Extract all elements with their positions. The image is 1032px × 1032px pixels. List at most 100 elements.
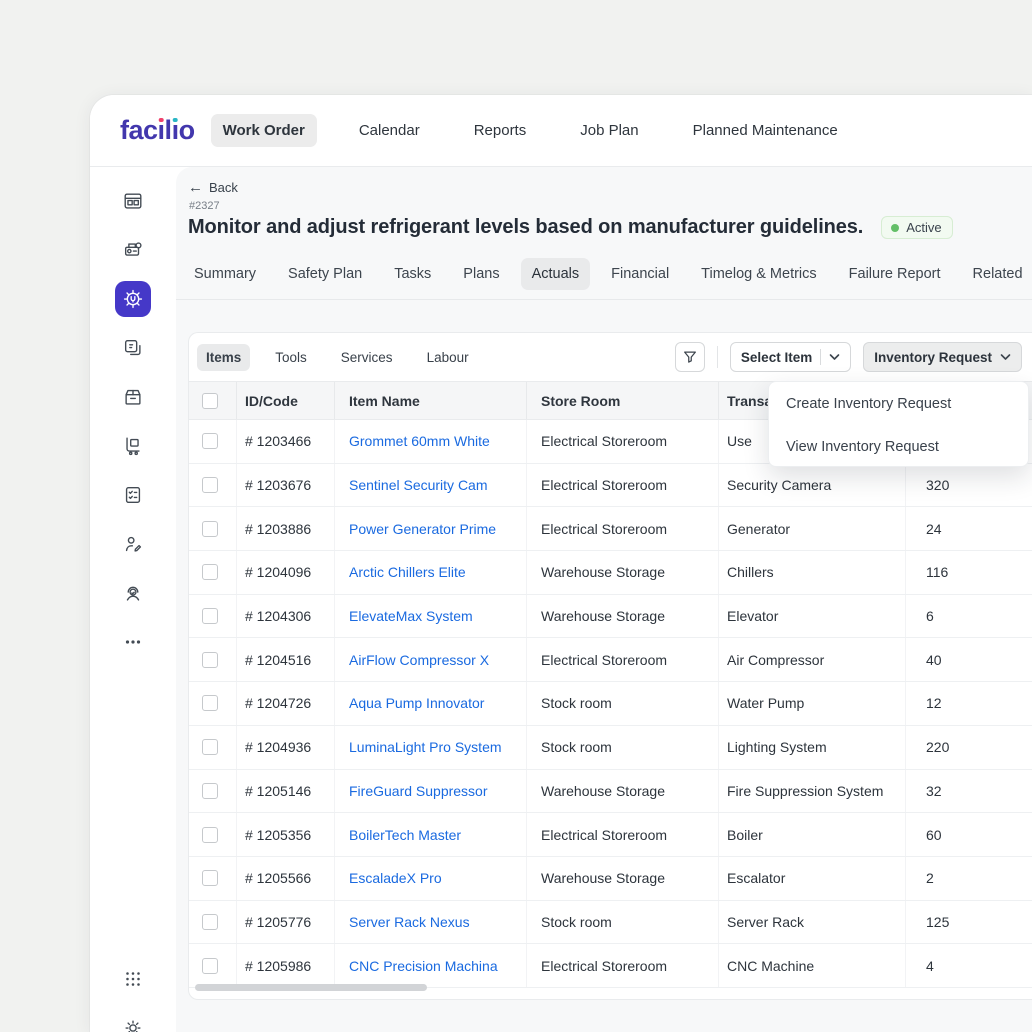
top-nav-item[interactable]: Reports [462, 114, 539, 147]
content-panel: ← Back #2327 Monitor and adjust refriger… [176, 167, 1032, 1032]
item-name-link[interactable]: Arctic Chillers Elite [349, 564, 466, 580]
item-type-subtab[interactable]: Items [197, 344, 250, 371]
dashboard-icon[interactable] [115, 183, 151, 219]
cell-quantity: 32 [906, 770, 1032, 813]
item-name-link[interactable]: Sentinel Security Cam [349, 477, 488, 493]
row-checkbox[interactable] [202, 521, 218, 537]
filter-button[interactable] [675, 342, 705, 372]
detail-tab[interactable]: Failure Report [838, 258, 952, 290]
cell-store-room: Stock room [527, 726, 719, 769]
procurement-icon[interactable] [115, 428, 151, 464]
requests-icon[interactable] [115, 330, 151, 366]
detail-tab[interactable]: Plans [452, 258, 510, 290]
table-row[interactable]: # 1205776 Server Rack Nexus Stock room S… [189, 901, 1032, 945]
page-title: Monitor and adjust refrigerant levels ba… [188, 216, 863, 239]
sidebar-bottom [115, 961, 151, 1032]
back-button[interactable]: ← Back [188, 179, 238, 196]
item-name-link[interactable]: ElevateMax System [349, 608, 473, 624]
row-checkbox[interactable] [202, 652, 218, 668]
table-row[interactable]: # 1204516 AirFlow Compressor X Electrica… [189, 638, 1032, 682]
top-nav-item[interactable]: Planned Maintenance [681, 114, 850, 147]
checklist-icon[interactable] [115, 477, 151, 513]
item-name-link[interactable]: AirFlow Compressor X [349, 652, 489, 668]
select-all-checkbox[interactable] [202, 393, 218, 409]
row-checkbox[interactable] [202, 739, 218, 755]
table-row[interactable]: # 1204306 ElevateMax System Warehouse St… [189, 595, 1032, 639]
cell-transaction: Elevator [719, 595, 906, 638]
item-name-link[interactable]: Grommet 60mm White [349, 433, 490, 449]
work-order-icon[interactable] [115, 281, 151, 317]
detail-tab[interactable]: Financial [600, 258, 680, 290]
table-row[interactable]: # 1203886 Power Generator Prime Electric… [189, 507, 1032, 551]
detail-tab[interactable]: Tasks [383, 258, 442, 290]
col-header-room[interactable]: Store Room [527, 382, 719, 419]
cell-store-room: Warehouse Storage [527, 595, 719, 638]
row-checkbox[interactable] [202, 870, 218, 886]
table-row[interactable]: # 1204726 Aqua Pump Innovator Stock room… [189, 682, 1032, 726]
row-checkbox[interactable] [202, 958, 218, 974]
row-checkbox[interactable] [202, 433, 218, 449]
cell-quantity: 60 [906, 813, 1032, 856]
support-icon[interactable] [115, 575, 151, 611]
cell-id: # 1205986 [237, 944, 335, 987]
top-nav-item[interactable]: Job Plan [568, 114, 650, 147]
menu-item[interactable]: Create Inventory Request [769, 382, 1028, 425]
col-header-id[interactable]: ID/Code [237, 382, 335, 419]
facilio-logo[interactable]: facılıo [120, 115, 195, 146]
detail-tab[interactable]: Related [962, 258, 1032, 290]
item-name-link[interactable]: CNC Precision Machina [349, 958, 498, 974]
item-name-link[interactable]: Aqua Pump Innovator [349, 695, 484, 711]
row-checkbox[interactable] [202, 608, 218, 624]
cell-transaction: Chillers [719, 551, 906, 594]
inventory-request-button[interactable]: Inventory Request [863, 342, 1022, 372]
top-nav-item[interactable]: Work Order [211, 114, 317, 147]
table-row[interactable]: # 1204936 LuminaLight Pro System Stock r… [189, 726, 1032, 770]
horizontal-scrollbar[interactable] [195, 984, 427, 991]
table-row[interactable]: # 1205986 CNC Precision Machina Electric… [189, 944, 1032, 988]
item-type-subtab[interactable]: Services [332, 344, 402, 371]
item-name-link[interactable]: Power Generator Prime [349, 521, 496, 537]
item-name-link[interactable]: FireGuard Suppressor [349, 783, 488, 799]
assets-icon[interactable] [115, 232, 151, 268]
item-name-link[interactable]: EscaladeX Pro [349, 870, 442, 886]
table-row[interactable]: # 1205356 BoilerTech Master Electrical S… [189, 813, 1032, 857]
table-row[interactable]: # 1205566 EscaladeX Pro Warehouse Storag… [189, 857, 1032, 901]
item-type-subtab[interactable]: Labour [418, 344, 478, 371]
cell-store-room: Warehouse Storage [527, 770, 719, 813]
top-nav-item[interactable]: Calendar [347, 114, 432, 147]
select-item-button[interactable]: Select Item [730, 342, 851, 372]
detail-tab[interactable]: Actuals [521, 258, 591, 290]
settings-icon[interactable] [115, 1010, 151, 1032]
funnel-icon [682, 349, 698, 365]
table-row[interactable]: # 1205146 FireGuard Suppressor Warehouse… [189, 770, 1032, 814]
cell-store-room: Electrical Storeroom [527, 507, 719, 550]
row-checkbox[interactable] [202, 695, 218, 711]
row-checkbox[interactable] [202, 914, 218, 930]
menu-item[interactable]: View Inventory Request [769, 425, 1028, 467]
cell-id: # 1203676 [237, 464, 335, 507]
row-checkbox[interactable] [202, 477, 218, 493]
apps-grid-icon[interactable] [115, 961, 151, 997]
item-name-link[interactable]: LuminaLight Pro System [349, 739, 502, 755]
tabs-divider [176, 299, 1032, 300]
inventory-icon[interactable] [115, 379, 151, 415]
detail-tab[interactable]: Timelog & Metrics [690, 258, 827, 290]
item-type-subtab[interactable]: Tools [266, 344, 316, 371]
vendor-icon[interactable] [115, 526, 151, 562]
col-header-name[interactable]: Item Name [335, 382, 527, 419]
row-checkbox[interactable] [202, 783, 218, 799]
cell-id: # 1204936 [237, 726, 335, 769]
detail-tab[interactable]: Safety Plan [277, 258, 373, 290]
cell-id: # 1205776 [237, 901, 335, 944]
table-body: # 1203466 Grommet 60mm White Electrical … [189, 420, 1032, 988]
item-name-link[interactable]: BoilerTech Master [349, 827, 461, 843]
table-row[interactable]: # 1203676 Sentinel Security Cam Electric… [189, 464, 1032, 508]
item-name-link[interactable]: Server Rack Nexus [349, 914, 470, 930]
row-checkbox[interactable] [202, 827, 218, 843]
cell-transaction: Fire Suppression System [719, 770, 906, 813]
row-checkbox[interactable] [202, 564, 218, 580]
detail-tab[interactable]: Summary [183, 258, 267, 290]
more-icon[interactable] [115, 624, 151, 660]
table-row[interactable]: # 1204096 Arctic Chillers Elite Warehous… [189, 551, 1032, 595]
cell-quantity: 220 [906, 726, 1032, 769]
